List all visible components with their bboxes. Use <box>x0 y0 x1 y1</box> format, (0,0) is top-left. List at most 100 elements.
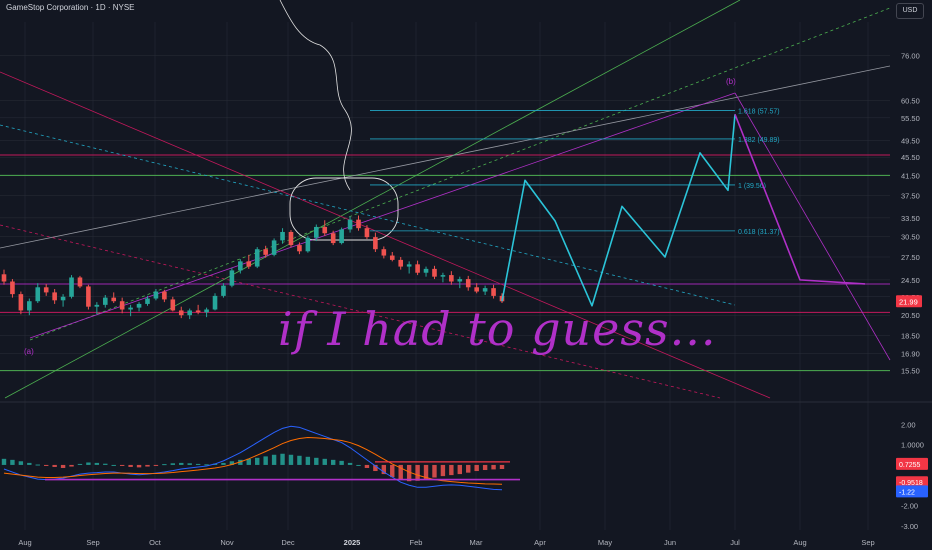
price-axis: 76.00 60.50 55.50 49.50 45.50 41.50 37.50 33.50… <box>896 52 922 376</box>
histogram-bar <box>52 464 57 467</box>
wave-label-a: (a) <box>24 347 34 356</box>
candle-body <box>187 310 192 316</box>
price-tick-label: 76.00 <box>901 52 920 61</box>
candle-body <box>254 249 260 267</box>
candle-body <box>153 291 159 299</box>
trendline <box>29 7 891 341</box>
candle-body <box>27 301 32 311</box>
candle-body <box>229 270 235 286</box>
histogram-bar <box>280 453 285 465</box>
fib-level-label: 1.618 (57.57) <box>738 109 780 116</box>
candle-body <box>288 231 294 246</box>
candle-body <box>221 285 226 296</box>
macd-tick-label: 2.00 <box>901 420 916 429</box>
trendline <box>0 124 736 306</box>
candle-body <box>18 294 24 311</box>
histogram-bar <box>128 464 133 467</box>
price-tick-label: 16.90 <box>901 349 920 358</box>
time-tick-label: Nov <box>220 538 234 547</box>
candle-body <box>212 295 218 310</box>
time-tick-label: Dec <box>281 538 295 547</box>
candle-body <box>195 310 201 313</box>
histogram-bar <box>145 464 150 467</box>
histogram-bar <box>457 464 462 475</box>
candle-body <box>69 277 74 297</box>
candle-body <box>406 264 412 267</box>
candle-body <box>271 240 277 255</box>
price-tick-label: 37.50 <box>901 192 920 201</box>
candle-body <box>35 287 41 302</box>
time-tick-label: Oct <box>149 538 162 547</box>
histogram-bar <box>86 462 91 465</box>
histogram-bar <box>10 459 15 465</box>
histogram-bar <box>255 457 260 465</box>
candle-body <box>314 226 319 238</box>
histogram-bar <box>449 464 454 476</box>
histogram-bar <box>482 464 488 471</box>
chart-canvas[interactable]: 1.618 (57.57)1.382 (49.89)1 (39.56)0.618… <box>0 0 932 550</box>
candle-body <box>330 233 336 244</box>
price-tick-label: 20.50 <box>901 311 920 320</box>
histogram-bar <box>364 464 370 468</box>
price-tick-label: 24.50 <box>901 276 920 285</box>
candle-body <box>102 297 108 305</box>
price-tick-label: 30.50 <box>901 232 920 241</box>
candle-body <box>111 297 117 302</box>
histogram-bar <box>27 462 32 465</box>
time-tick-label: Apr <box>534 538 546 547</box>
candle-body <box>263 249 268 255</box>
macd-value-label: -1.22 <box>899 489 915 496</box>
histogram-bar <box>170 463 176 465</box>
histogram-bar <box>162 464 167 466</box>
time-tick-label: May <box>598 538 612 547</box>
candle-body <box>145 298 150 304</box>
candle-body <box>347 219 353 230</box>
candle-body <box>322 226 328 234</box>
histogram-bar <box>288 454 294 465</box>
histogram-bar <box>314 457 319 465</box>
histogram-bar <box>491 464 496 470</box>
histogram-bar <box>356 464 361 466</box>
histogram-bar <box>60 464 66 468</box>
time-tick-label: Sep <box>861 538 874 547</box>
candle-body <box>474 287 479 292</box>
candle-body <box>465 279 471 288</box>
histogram-bar <box>499 464 505 469</box>
candle-body <box>77 277 83 287</box>
price-tick-label: 33.50 <box>901 214 920 223</box>
candle-body <box>170 299 176 311</box>
histogram-bar <box>271 454 277 465</box>
time-tick-label: Jul <box>730 538 740 547</box>
candle-body <box>491 288 496 296</box>
macd-tick-label: -2.00 <box>901 502 918 511</box>
time-tick-label: Aug <box>18 538 31 547</box>
fib-retracement: 1.618 (57.57)1.382 (49.89)1 (39.56)0.618… <box>370 109 780 236</box>
candle-body <box>204 309 209 313</box>
fib-level-label: 0.618 (31.37) <box>738 229 780 236</box>
price-tick-label: 41.50 <box>901 171 920 180</box>
histogram-bar <box>136 464 142 468</box>
candle-body <box>423 268 429 273</box>
cyan-projection-path <box>501 114 736 307</box>
candle-body <box>43 287 49 293</box>
histogram-bar <box>339 460 344 465</box>
candle-body <box>398 259 404 267</box>
price-tick-label: 45.50 <box>901 153 920 162</box>
histogram-bar <box>305 456 311 465</box>
histogram-bar <box>119 464 125 466</box>
candle-body <box>297 245 302 252</box>
candle-body <box>162 291 167 300</box>
time-tick-label: 2025 <box>344 538 361 547</box>
candle-body <box>10 281 15 295</box>
histogram-bar <box>18 461 24 465</box>
candle-body <box>128 307 133 310</box>
histogram-bar <box>297 455 302 465</box>
candle-body <box>136 303 142 308</box>
candle-body <box>280 231 285 241</box>
price-tick-label: 15.50 <box>901 367 920 376</box>
histogram-bar <box>195 463 201 465</box>
candle-body <box>86 286 91 307</box>
price-tick-label: 60.50 <box>901 97 920 106</box>
histogram-bar <box>35 464 40 466</box>
candle-body <box>364 228 370 238</box>
